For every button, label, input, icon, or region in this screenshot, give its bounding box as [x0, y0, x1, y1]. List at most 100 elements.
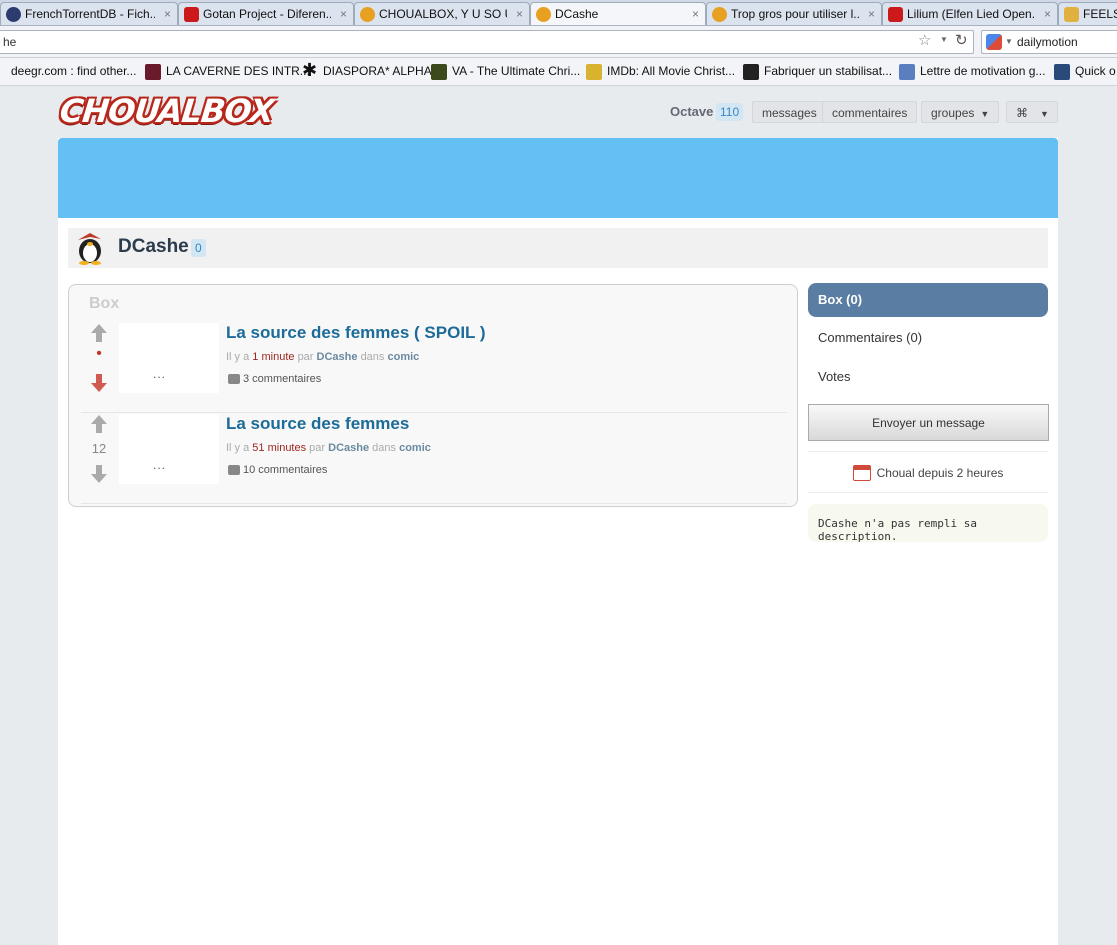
- chevron-down-icon[interactable]: ▼: [1005, 37, 1013, 46]
- category-link[interactable]: comic: [387, 351, 419, 363]
- tab-choualbox-yuso[interactable]: CHOUALBOX, Y U SO U... ×: [354, 2, 530, 25]
- chevron-down-icon: ▼: [1040, 109, 1049, 119]
- tab-trop-gros[interactable]: Trop gros pour utiliser l... ×: [706, 2, 882, 25]
- bookmark-diaspora[interactable]: ✱ DIASPORA* ALPHA: [302, 60, 432, 80]
- bookmark-stabilisateur[interactable]: Fabriquer un stabilisat...: [743, 64, 893, 80]
- close-tab-icon[interactable]: ×: [1044, 7, 1051, 21]
- close-tab-icon[interactable]: ×: [692, 7, 699, 21]
- bookmark-label: Quick o: [1075, 64, 1116, 78]
- box-panel: Box • ... La source des femmes ( SPOIL )…: [68, 284, 798, 507]
- tab-frenchtorrentdb[interactable]: FrenchTorrentDB - Fich... ×: [0, 2, 178, 25]
- vote-widget: •: [81, 323, 117, 413]
- comments-button[interactable]: commentaires: [822, 101, 918, 123]
- bookmark-lettre[interactable]: Lettre de motivation g...: [899, 64, 1045, 80]
- chevron-down-icon[interactable]: ▼: [940, 35, 948, 44]
- generic-favicon: [1064, 7, 1079, 22]
- sidebar-item-box[interactable]: Box (0): [808, 283, 1048, 317]
- member-since-text: Choual depuis 2 heures: [876, 466, 1004, 480]
- quick-icon: [1054, 64, 1070, 80]
- post-thumbnail[interactable]: ...: [119, 414, 219, 484]
- google-icon: [986, 34, 1002, 50]
- bookmark-deegr[interactable]: deegr.com : find other...: [0, 64, 136, 78]
- chevron-down-icon: ▼: [980, 109, 990, 119]
- category-link[interactable]: comic: [399, 442, 431, 454]
- meta-by: par: [297, 351, 314, 363]
- post-item: • ... La source des femmes ( SPOIL ) Il …: [81, 323, 787, 413]
- deegr-icon: [0, 64, 6, 80]
- tab-label: FrenchTorrentDB - Fich...: [25, 7, 155, 21]
- bookmark-label: Fabriquer un stabilisat...: [764, 64, 893, 78]
- bookmark-caverne[interactable]: LA CAVERNE DES INTR...: [145, 64, 310, 80]
- meta-prefix: Il y a: [226, 351, 250, 363]
- url-input[interactable]: he: [0, 30, 974, 54]
- post-title-link[interactable]: La source des femmes: [226, 414, 409, 434]
- post-meta: Il y a 1 minute par DCashe dans comic: [226, 351, 419, 363]
- profile-banner: [58, 138, 1058, 218]
- downvote-icon[interactable]: [90, 373, 108, 393]
- bookmark-label: DIASPORA* ALPHA: [323, 64, 432, 78]
- meta-in: dans: [360, 351, 385, 363]
- profile-header: DCashe 0: [68, 228, 1048, 268]
- reload-icon[interactable]: ↻: [955, 31, 968, 49]
- profile-description: DCashe n'a pas rempli sa description.: [808, 504, 1048, 543]
- sidebar-item-comments[interactable]: Commentaires (0): [808, 321, 1048, 355]
- post-time-link[interactable]: 51 minutes: [252, 442, 306, 454]
- author-link[interactable]: DCashe: [328, 442, 369, 454]
- comments-link[interactable]: 3 commentaires: [228, 373, 321, 385]
- tab-lilium[interactable]: Lilium (Elfen Lied Open... ×: [882, 2, 1058, 25]
- tab-label: Trop gros pour utiliser l...: [731, 7, 859, 21]
- post-item: 12 ... La source des femmes Il y a 51 mi…: [81, 414, 787, 504]
- author-link[interactable]: DCashe: [317, 351, 358, 363]
- site-logo[interactable]: CHOUALBOX: [58, 92, 275, 130]
- bookmark-star-icon[interactable]: ☆: [918, 31, 931, 49]
- choualbox-favicon: [360, 7, 375, 22]
- sidebar-item-votes[interactable]: Votes: [808, 360, 1048, 394]
- caverne-icon: [145, 64, 161, 80]
- search-engine-label: dailymotion: [1017, 35, 1078, 49]
- bookmark-label: VA - The Ultimate Chri...: [452, 64, 581, 78]
- post-time-link[interactable]: 1 minute: [252, 351, 294, 363]
- command-icon: ⌘: [1016, 106, 1028, 120]
- diaspora-icon: ✱: [302, 60, 318, 80]
- vote-score: 12: [91, 441, 107, 456]
- search-engine-input[interactable]: ▼ dailymotion: [981, 30, 1117, 54]
- comment-bubble-icon: [228, 465, 240, 475]
- messages-button[interactable]: messages: [752, 101, 827, 123]
- bookmark-imdb[interactable]: IMDb: All Movie Christ...: [586, 64, 735, 80]
- post-thumbnail[interactable]: ...: [119, 323, 219, 393]
- thumbnail-placeholder: ...: [153, 458, 167, 472]
- options-button[interactable]: ⌘ ▼: [1006, 101, 1058, 123]
- bookmark-quick[interactable]: Quick o: [1054, 64, 1116, 80]
- address-bar-row: he ☆ ▼ ↻ ▼ dailymotion: [0, 26, 1117, 58]
- username-link[interactable]: Octave: [670, 104, 713, 119]
- comments-link[interactable]: 10 commentaires: [228, 464, 327, 476]
- close-tab-icon[interactable]: ×: [516, 7, 523, 21]
- bookmark-label: LA CAVERNE DES INTR...: [166, 64, 310, 78]
- post-meta: Il y a 51 minutes par DCashe dans comic: [226, 442, 431, 454]
- tab-dcashe[interactable]: DCashe ×: [530, 2, 706, 25]
- bookmark-label: deegr.com : find other...: [11, 64, 137, 78]
- tab-gotan-project[interactable]: Gotan Project - Diferen... ×: [178, 2, 354, 25]
- bookmark-va[interactable]: VA - The Ultimate Chri...: [431, 64, 581, 80]
- close-tab-icon[interactable]: ×: [340, 7, 347, 21]
- calendar-icon: [852, 465, 871, 481]
- member-since: Choual depuis 2 heures: [808, 451, 1048, 493]
- box-title: Box: [89, 295, 120, 312]
- tab-feels[interactable]: FEELS: [1058, 2, 1117, 25]
- upvote-icon[interactable]: [90, 323, 108, 343]
- tab-label: Gotan Project - Diferen...: [203, 7, 331, 21]
- downvote-icon[interactable]: [90, 464, 108, 484]
- groups-label: groupes: [931, 106, 975, 120]
- comments-count: 10 commentaires: [243, 464, 328, 476]
- browser-tab-bar: FrenchTorrentDB - Fich... × Gotan Projec…: [0, 0, 1117, 26]
- groups-button[interactable]: groupes ▼: [921, 101, 1000, 123]
- send-message-button[interactable]: Envoyer un message: [808, 404, 1049, 441]
- upvote-icon[interactable]: [90, 414, 108, 434]
- close-tab-icon[interactable]: ×: [164, 7, 171, 21]
- close-tab-icon[interactable]: ×: [868, 7, 875, 21]
- profile-name: DCashe: [118, 236, 189, 257]
- meta-in: dans: [372, 442, 397, 454]
- youtube-favicon: [184, 7, 199, 22]
- post-title-link[interactable]: La source des femmes ( SPOIL ): [226, 323, 486, 343]
- fz-icon: [743, 64, 759, 80]
